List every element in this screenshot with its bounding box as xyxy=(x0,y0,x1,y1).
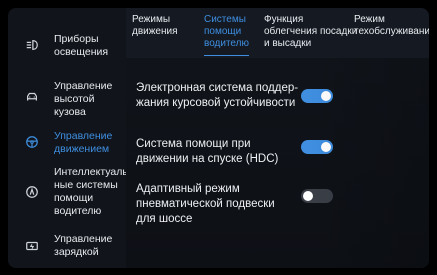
toggle-knob xyxy=(321,142,331,152)
tab-bar: Режимы движения Системы помощи водителю … xyxy=(126,8,429,58)
car-body-icon xyxy=(24,89,40,105)
hdc-toggle[interactable] xyxy=(301,140,333,154)
toggle-knob xyxy=(321,91,331,101)
sidebar: Приборы освещения Управление высотой куз… xyxy=(8,8,131,268)
tab-driving-modes[interactable]: Режимы движения xyxy=(132,14,178,38)
setting-label: Электронная система поддер- жания курсов… xyxy=(136,82,299,109)
sidebar-item-label: Управление движением xyxy=(54,130,113,155)
toggle-knob xyxy=(303,191,313,201)
settings-list: Электронная система поддер- жания курсов… xyxy=(126,58,429,268)
headlight-icon xyxy=(24,37,40,53)
sidebar-item-label: Приборы освещения xyxy=(54,33,109,58)
sidebar-item-label: Интеллектуаль- ные системы помощи водите… xyxy=(54,166,132,217)
settings-panel: Приборы освещения Управление высотой куз… xyxy=(8,8,429,268)
setting-hdc: Система помощи при движении на спуске (H… xyxy=(136,137,416,167)
setting-adaptive-suspension: Адаптивный режим пневматической подвески… xyxy=(136,182,416,227)
active-tab-indicator xyxy=(204,55,249,56)
sidebar-item-charging[interactable]: Управление зарядкой xyxy=(8,230,126,260)
sidebar-item-body-height[interactable]: Управление высотой кузова xyxy=(8,76,126,120)
setting-label: Система помощи при движении на спуске (H… xyxy=(136,138,279,165)
sidebar-item-label: Управление зарядкой xyxy=(54,233,113,258)
battery-icon xyxy=(24,238,40,254)
adaptive-suspension-toggle[interactable] xyxy=(301,189,333,203)
screen: Приборы освещения Управление высотой куз… xyxy=(0,0,437,275)
tab-driver-assist-systems[interactable]: Системы помощи водителю xyxy=(204,14,249,56)
tab-maintenance-mode[interactable]: Режим техобслуживания xyxy=(354,14,429,38)
steering-wheel-icon xyxy=(24,134,40,150)
sidebar-item-driver-assist[interactable]: Интеллектуаль- ные системы помощи водите… xyxy=(8,163,131,221)
tab-label: Системы помощи водителю xyxy=(204,14,249,49)
driver-assist-icon xyxy=(24,184,40,200)
sidebar-item-motion-control[interactable]: Управление движением xyxy=(8,126,126,156)
setting-esc: Электронная система поддер- жания курсов… xyxy=(136,81,416,111)
sidebar-item-label: Управление высотой кузова xyxy=(54,80,113,118)
sidebar-item-lighting[interactable]: Приборы освещения xyxy=(8,30,126,60)
tab-easy-entry[interactable]: Функция облегчения посадки и высадки xyxy=(264,14,357,50)
esc-toggle[interactable] xyxy=(301,89,333,103)
setting-label: Адаптивный режим пневматической подвески… xyxy=(136,183,275,225)
